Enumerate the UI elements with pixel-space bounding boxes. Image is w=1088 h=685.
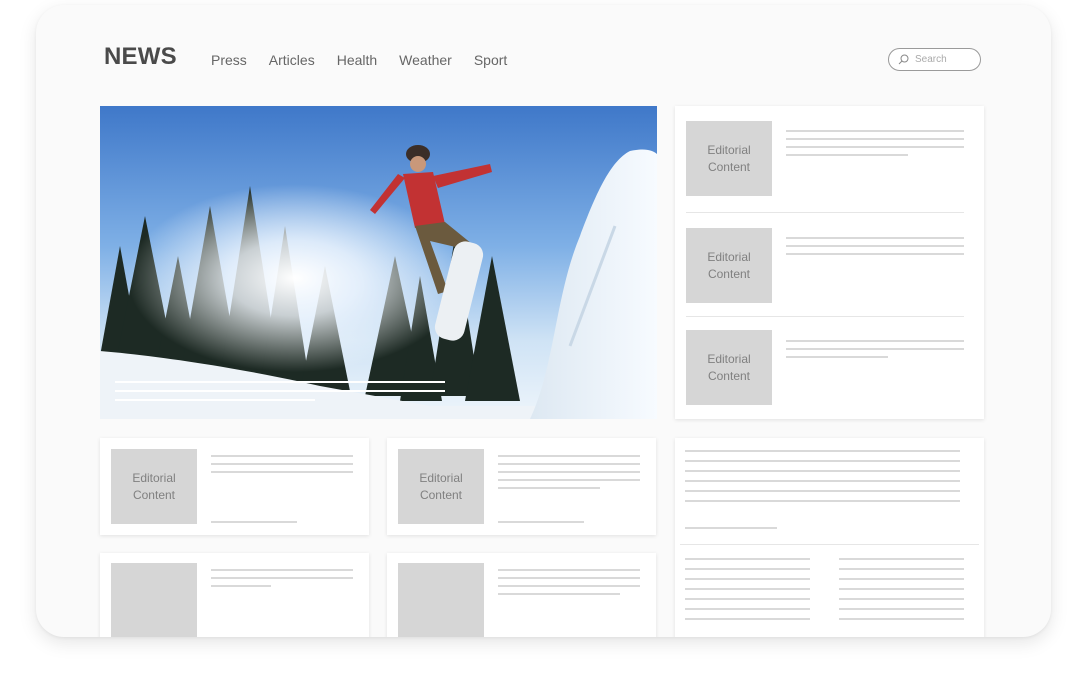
grid-card-3-line: [211, 577, 353, 579]
nav-health[interactable]: Health: [337, 52, 377, 68]
main-nav: Press Articles Health Weather Sport: [211, 52, 507, 68]
grid-card-2-line: [498, 463, 640, 465]
hero-image[interactable]: [100, 106, 657, 419]
side-item-3-line: [786, 348, 964, 350]
side-item-1-line: [786, 146, 964, 148]
side-item-2-line: [786, 245, 964, 247]
text-col-right-line: [839, 578, 964, 580]
side-item-1-line: [786, 138, 964, 140]
side-item-2-line: [786, 237, 964, 239]
grid-card-4[interactable]: [387, 553, 656, 637]
text-col-right-line: [839, 598, 964, 600]
text-col-right-line: [839, 558, 964, 560]
grid-card-3-line: [211, 585, 271, 587]
text-card-line: [685, 460, 960, 462]
text-col-left-line: [685, 618, 810, 620]
side-list-card: Editorial Content Editorial Content Edit…: [675, 106, 984, 419]
side-divider: [686, 212, 964, 213]
side-divider: [686, 316, 964, 317]
brand-logo[interactable]: NEWS: [104, 43, 177, 71]
text-col-left-line: [685, 578, 810, 580]
text-card-line: [685, 500, 960, 502]
grid-card-2[interactable]: Editorial Content: [387, 438, 656, 535]
text-card[interactable]: [675, 438, 984, 637]
side-item-1-thumb[interactable]: Editorial Content: [686, 121, 772, 196]
text-col-left-line: [685, 568, 810, 570]
side-item-1-line: [786, 154, 908, 156]
nav-sport[interactable]: Sport: [474, 52, 507, 68]
grid-card-4-line: [498, 569, 640, 571]
text-col-right-line: [839, 588, 964, 590]
text-card-line: [685, 450, 960, 452]
grid-card-1[interactable]: Editorial Content: [100, 438, 369, 535]
side-item-3-line: [786, 340, 964, 342]
text-col-right-line: [839, 568, 964, 570]
text-card-line: [685, 527, 777, 529]
grid-card-2-line: [498, 479, 640, 481]
text-col-left-line: [685, 558, 810, 560]
grid-card-3-line: [211, 569, 353, 571]
grid-card-1-line: [211, 455, 353, 457]
side-item-2-line: [786, 253, 964, 255]
nav-articles[interactable]: Articles: [269, 52, 315, 68]
nav-weather[interactable]: Weather: [399, 52, 452, 68]
search-icon: [898, 54, 909, 65]
side-item-1-line: [786, 130, 964, 132]
grid-card-2-line: [498, 487, 600, 489]
text-col-left-line: [685, 588, 810, 590]
grid-card-4-line: [498, 593, 620, 595]
grid-card-2-line: [498, 455, 640, 457]
text-col-left-line: [685, 598, 810, 600]
grid-card-3[interactable]: [100, 553, 369, 637]
side-item-3-thumb[interactable]: Editorial Content: [686, 330, 772, 405]
grid-card-1-line: [211, 471, 353, 473]
nav-press[interactable]: Press: [211, 52, 247, 68]
grid-card-2-line: [498, 471, 640, 473]
search-box[interactable]: [888, 48, 981, 71]
text-card-line: [685, 490, 960, 492]
search-input[interactable]: [915, 54, 975, 65]
grid-card-1-thumb: Editorial Content: [111, 449, 197, 524]
grid-card-1-line: [211, 463, 353, 465]
text-col-right-line: [839, 618, 964, 620]
grid-card-4-line: [498, 577, 640, 579]
text-card-divider: [680, 544, 979, 545]
text-card-line: [685, 480, 960, 482]
side-item-3-line: [786, 356, 888, 358]
text-card-line: [685, 470, 960, 472]
browser-frame: NEWS Press Articles Health Weather Sport: [36, 5, 1051, 637]
grid-card-2-line: [498, 521, 584, 523]
text-col-left-line: [685, 608, 810, 610]
grid-card-4-line: [498, 585, 640, 587]
grid-card-2-thumb: Editorial Content: [398, 449, 484, 524]
grid-card-3-thumb: [111, 563, 197, 637]
side-item-2-thumb[interactable]: Editorial Content: [686, 228, 772, 303]
text-col-right-line: [839, 608, 964, 610]
grid-card-1-line: [211, 521, 297, 523]
snowboarder-photo: [100, 106, 657, 419]
grid-card-4-thumb: [398, 563, 484, 637]
